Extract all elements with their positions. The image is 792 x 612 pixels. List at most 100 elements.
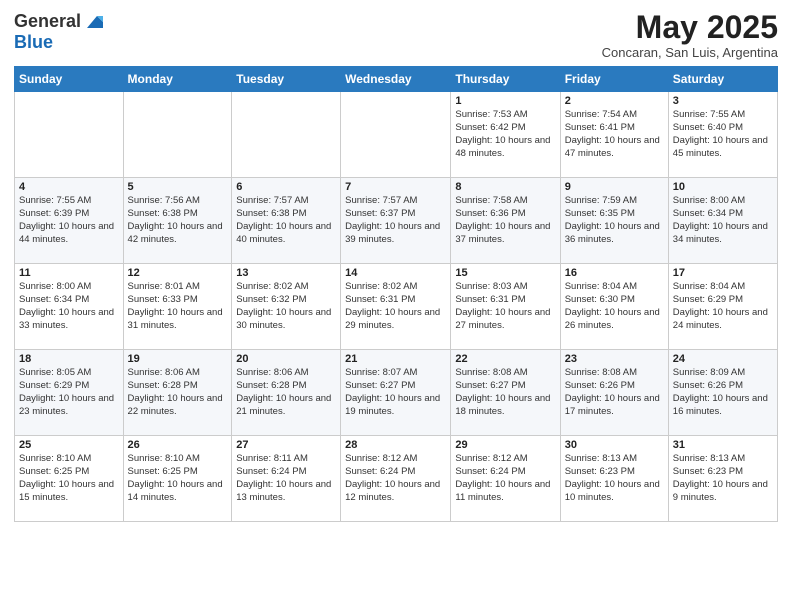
calendar-day-4: 4 Sunrise: 7:55 AMSunset: 6:39 PMDaylight… [15, 178, 124, 264]
calendar-day-28: 28 Sunrise: 8:12 AMSunset: 6:24 PMDayligh… [341, 436, 451, 522]
day-info: Sunrise: 8:12 AMSunset: 6:24 PMDaylight:… [455, 453, 555, 504]
calendar-day-empty-0-1 [123, 92, 232, 178]
day-info: Sunrise: 7:59 AMSunset: 6:35 PMDaylight:… [565, 195, 664, 246]
calendar-day-16: 16Sunrise: 8:04 AMSunset: 6:30 PMDayligh… [560, 264, 668, 350]
day-info: Sunrise: 8:13 AMSunset: 6:23 PMDaylight:… [673, 453, 773, 504]
calendar-day-25: 25 Sunrise: 8:10 AMSunset: 6:25 PMDayligh… [15, 436, 124, 522]
calendar-day-24: 24Sunrise: 8:09 AMSunset: 6:26 PMDayligh… [668, 350, 777, 436]
day-info: Sunrise: 8:09 AMSunset: 6:26 PMDaylight:… [673, 367, 773, 418]
day-info: Sunrise: 8:05 AMSunset: 6:29 PMDaylight:… [19, 367, 119, 418]
day-number: 6 [236, 181, 336, 193]
logo-blue-text: Blue [14, 32, 53, 53]
day-number: 31 [673, 439, 773, 451]
calendar-week-4: 18Sunrise: 8:05 AMSunset: 6:29 PMDayligh… [15, 350, 778, 436]
day-number: 17 [673, 267, 773, 279]
day-info: Sunrise: 8:02 AMSunset: 6:32 PMDaylight:… [236, 281, 336, 332]
calendar-day-30: 30 Sunrise: 8:13 AMSunset: 6:23 PMDayligh… [560, 436, 668, 522]
day-number: 11 [19, 267, 119, 279]
day-number: 25 [19, 439, 119, 451]
calendar-day-7: 7 Sunrise: 7:57 AMSunset: 6:37 PMDaylight… [341, 178, 451, 264]
day-info: Sunrise: 7:57 AMSunset: 6:37 PMDaylight:… [345, 195, 446, 246]
calendar-day-23: 23Sunrise: 8:08 AMSunset: 6:26 PMDayligh… [560, 350, 668, 436]
day-number: 30 [565, 439, 664, 451]
calendar-day-20: 20 Sunrise: 8:06 AMSunset: 6:28 PMDayligh… [232, 350, 341, 436]
day-number: 22 [455, 353, 555, 365]
day-info: Sunrise: 8:04 AMSunset: 6:29 PMDaylight:… [673, 281, 773, 332]
day-number: 10 [673, 181, 773, 193]
calendar-header-wednesday: Wednesday [341, 67, 451, 92]
calendar-day-8: 8 Sunrise: 7:58 AMSunset: 6:36 PMDaylight… [451, 178, 560, 264]
day-info: Sunrise: 8:03 AMSunset: 6:31 PMDaylight:… [455, 281, 555, 332]
day-info: Sunrise: 7:55 AMSunset: 6:39 PMDaylight:… [19, 195, 119, 246]
day-number: 29 [455, 439, 555, 451]
day-number: 19 [128, 353, 228, 365]
day-number: 23 [565, 353, 664, 365]
calendar-header-row: SundayMondayTuesdayWednesdayThursdayFrid… [15, 67, 778, 92]
day-number: 3 [673, 95, 773, 107]
calendar-day-10: 10 Sunrise: 8:00 AMSunset: 6:34 PMDayligh… [668, 178, 777, 264]
day-number: 4 [19, 181, 119, 193]
calendar-header-thursday: Thursday [451, 67, 560, 92]
day-number: 20 [236, 353, 336, 365]
calendar-day-empty-0-2 [232, 92, 341, 178]
day-number: 26 [128, 439, 228, 451]
day-info: Sunrise: 8:02 AMSunset: 6:31 PMDaylight:… [345, 281, 446, 332]
day-info: Sunrise: 8:00 AMSunset: 6:34 PMDaylight:… [673, 195, 773, 246]
day-info: Sunrise: 7:53 AMSunset: 6:42 PMDaylight:… [455, 109, 555, 160]
calendar-day-11: 11 Sunrise: 8:00 AMSunset: 6:34 PMDayligh… [15, 264, 124, 350]
day-number: 7 [345, 181, 446, 193]
day-info: Sunrise: 8:06 AMSunset: 6:28 PMDaylight:… [128, 367, 228, 418]
day-info: Sunrise: 8:06 AMSunset: 6:28 PMDaylight:… [236, 367, 336, 418]
calendar-day-5: 5Sunrise: 7:56 AMSunset: 6:38 PMDaylight… [123, 178, 232, 264]
calendar-day-22: 22 Sunrise: 8:08 AMSunset: 6:27 PMDayligh… [451, 350, 560, 436]
calendar-day-3: 3 Sunrise: 7:55 AMSunset: 6:40 PMDaylight… [668, 92, 777, 178]
calendar-day-21: 21Sunrise: 8:07 AMSunset: 6:27 PMDayligh… [341, 350, 451, 436]
day-number: 14 [345, 267, 446, 279]
day-number: 1 [455, 95, 555, 107]
calendar-week-2: 4 Sunrise: 7:55 AMSunset: 6:39 PMDaylight… [15, 178, 778, 264]
calendar-day-14: 14 Sunrise: 8:02 AMSunset: 6:31 PMDayligh… [341, 264, 451, 350]
day-info: Sunrise: 8:01 AMSunset: 6:33 PMDaylight:… [128, 281, 228, 332]
day-info: Sunrise: 8:08 AMSunset: 6:27 PMDaylight:… [455, 367, 555, 418]
logo: General Blue [14, 10, 105, 53]
calendar-header-friday: Friday [560, 67, 668, 92]
calendar-day-27: 27 Sunrise: 8:11 AMSunset: 6:24 PMDayligh… [232, 436, 341, 522]
logo-icon [83, 10, 105, 32]
calendar-day-17: 17 Sunrise: 8:04 AMSunset: 6:29 PMDayligh… [668, 264, 777, 350]
day-number: 12 [128, 267, 228, 279]
day-info: Sunrise: 7:57 AMSunset: 6:38 PMDaylight:… [236, 195, 336, 246]
day-info: Sunrise: 8:12 AMSunset: 6:24 PMDaylight:… [345, 453, 446, 504]
header: General Blue May 2025 Concaran, San Luis… [14, 10, 778, 60]
day-info: Sunrise: 8:10 AMSunset: 6:25 PMDaylight:… [128, 453, 228, 504]
subtitle: Concaran, San Luis, Argentina [602, 45, 778, 60]
calendar-day-empty-0-0 [15, 92, 124, 178]
calendar-header-tuesday: Tuesday [232, 67, 341, 92]
day-info: Sunrise: 7:58 AMSunset: 6:36 PMDaylight:… [455, 195, 555, 246]
calendar-table: SundayMondayTuesdayWednesdayThursdayFrid… [14, 66, 778, 522]
day-info: Sunrise: 8:10 AMSunset: 6:25 PMDaylight:… [19, 453, 119, 504]
day-info: Sunrise: 8:11 AMSunset: 6:24 PMDaylight:… [236, 453, 336, 504]
calendar-header-monday: Monday [123, 67, 232, 92]
day-number: 9 [565, 181, 664, 193]
calendar-day-29: 29 Sunrise: 8:12 AMSunset: 6:24 PMDayligh… [451, 436, 560, 522]
day-info: Sunrise: 8:07 AMSunset: 6:27 PMDaylight:… [345, 367, 446, 418]
calendar-day-26: 26 Sunrise: 8:10 AMSunset: 6:25 PMDayligh… [123, 436, 232, 522]
calendar-header-saturday: Saturday [668, 67, 777, 92]
calendar-header-sunday: Sunday [15, 67, 124, 92]
day-info: Sunrise: 8:00 AMSunset: 6:34 PMDaylight:… [19, 281, 119, 332]
title-block: May 2025 Concaran, San Luis, Argentina [602, 10, 778, 60]
day-info: Sunrise: 7:55 AMSunset: 6:40 PMDaylight:… [673, 109, 773, 160]
month-title: May 2025 [602, 10, 778, 45]
day-number: 28 [345, 439, 446, 451]
day-number: 8 [455, 181, 555, 193]
page: General Blue May 2025 Concaran, San Luis… [0, 0, 792, 612]
calendar-day-6: 6 Sunrise: 7:57 AMSunset: 6:38 PMDaylight… [232, 178, 341, 264]
calendar-day-19: 19 Sunrise: 8:06 AMSunset: 6:28 PMDayligh… [123, 350, 232, 436]
day-number: 16 [565, 267, 664, 279]
day-number: 27 [236, 439, 336, 451]
calendar-day-1: 1 Sunrise: 7:53 AMSunset: 6:42 PMDaylight… [451, 92, 560, 178]
day-number: 5 [128, 181, 228, 193]
calendar-day-13: 13 Sunrise: 8:02 AMSunset: 6:32 PMDayligh… [232, 264, 341, 350]
day-info: Sunrise: 8:13 AMSunset: 6:23 PMDaylight:… [565, 453, 664, 504]
day-number: 13 [236, 267, 336, 279]
